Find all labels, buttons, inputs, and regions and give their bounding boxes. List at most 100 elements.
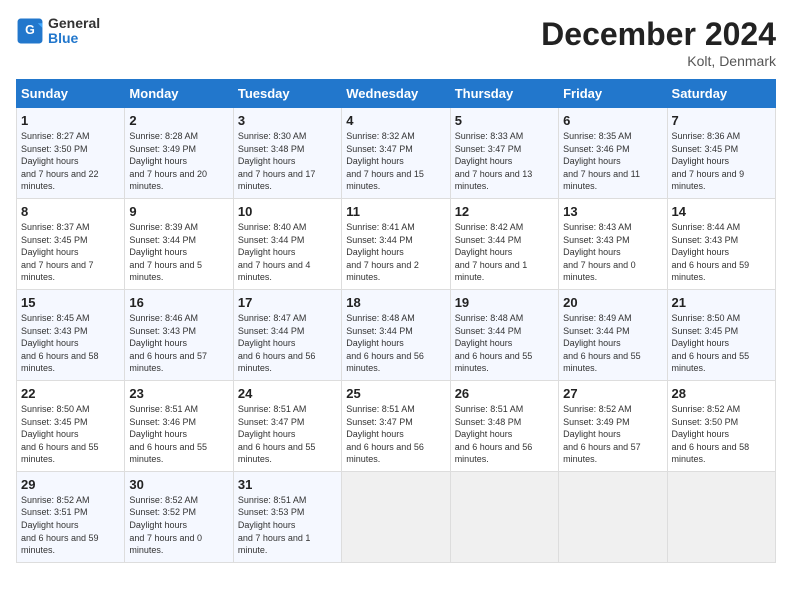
logo-icon: G (16, 17, 44, 45)
logo-blue-text: Blue (48, 31, 100, 46)
logo: G General Blue (16, 16, 100, 47)
day-header-thursday: Thursday (450, 80, 558, 108)
cell-info: Sunrise: 8:48 AM Sunset: 3:44 PM Dayligh… (455, 312, 554, 375)
day-number: 14 (672, 204, 771, 219)
day-header-saturday: Saturday (667, 80, 775, 108)
calendar-cell: 14 Sunrise: 8:44 AM Sunset: 3:43 PM Dayl… (667, 198, 775, 289)
cell-info: Sunrise: 8:44 AM Sunset: 3:43 PM Dayligh… (672, 221, 771, 284)
cell-info: Sunrise: 8:41 AM Sunset: 3:44 PM Dayligh… (346, 221, 445, 284)
cell-info: Sunrise: 8:39 AM Sunset: 3:44 PM Dayligh… (129, 221, 228, 284)
cell-info: Sunrise: 8:32 AM Sunset: 3:47 PM Dayligh… (346, 130, 445, 193)
cell-info: Sunrise: 8:51 AM Sunset: 3:46 PM Dayligh… (129, 403, 228, 466)
cell-info: Sunrise: 8:43 AM Sunset: 3:43 PM Dayligh… (563, 221, 662, 284)
calendar-cell (450, 471, 558, 562)
calendar-cell: 1 Sunrise: 8:27 AM Sunset: 3:50 PM Dayli… (17, 108, 125, 199)
day-number: 1 (21, 113, 120, 128)
calendar-cell: 17 Sunrise: 8:47 AM Sunset: 3:44 PM Dayl… (233, 289, 341, 380)
cell-info: Sunrise: 8:52 AM Sunset: 3:51 PM Dayligh… (21, 494, 120, 557)
calendar-week-5: 29 Sunrise: 8:52 AM Sunset: 3:51 PM Dayl… (17, 471, 776, 562)
cell-info: Sunrise: 8:51 AM Sunset: 3:48 PM Dayligh… (455, 403, 554, 466)
calendar-cell: 5 Sunrise: 8:33 AM Sunset: 3:47 PM Dayli… (450, 108, 558, 199)
cell-info: Sunrise: 8:49 AM Sunset: 3:44 PM Dayligh… (563, 312, 662, 375)
calendar-cell: 16 Sunrise: 8:46 AM Sunset: 3:43 PM Dayl… (125, 289, 233, 380)
day-number: 8 (21, 204, 120, 219)
day-number: 26 (455, 386, 554, 401)
day-number: 23 (129, 386, 228, 401)
calendar-week-2: 8 Sunrise: 8:37 AM Sunset: 3:45 PM Dayli… (17, 198, 776, 289)
calendar-week-4: 22 Sunrise: 8:50 AM Sunset: 3:45 PM Dayl… (17, 380, 776, 471)
day-number: 25 (346, 386, 445, 401)
calendar-cell: 3 Sunrise: 8:30 AM Sunset: 3:48 PM Dayli… (233, 108, 341, 199)
calendar-cell: 22 Sunrise: 8:50 AM Sunset: 3:45 PM Dayl… (17, 380, 125, 471)
day-number: 31 (238, 477, 337, 492)
calendar-cell (559, 471, 667, 562)
day-number: 5 (455, 113, 554, 128)
calendar-header-row: SundayMondayTuesdayWednesdayThursdayFrid… (17, 80, 776, 108)
cell-info: Sunrise: 8:37 AM Sunset: 3:45 PM Dayligh… (21, 221, 120, 284)
cell-info: Sunrise: 8:35 AM Sunset: 3:46 PM Dayligh… (563, 130, 662, 193)
calendar-cell: 4 Sunrise: 8:32 AM Sunset: 3:47 PM Dayli… (342, 108, 450, 199)
cell-info: Sunrise: 8:40 AM Sunset: 3:44 PM Dayligh… (238, 221, 337, 284)
day-number: 24 (238, 386, 337, 401)
day-header-tuesday: Tuesday (233, 80, 341, 108)
cell-info: Sunrise: 8:50 AM Sunset: 3:45 PM Dayligh… (21, 403, 120, 466)
calendar-cell: 24 Sunrise: 8:51 AM Sunset: 3:47 PM Dayl… (233, 380, 341, 471)
day-number: 21 (672, 295, 771, 310)
cell-info: Sunrise: 8:33 AM Sunset: 3:47 PM Dayligh… (455, 130, 554, 193)
calendar-cell: 31 Sunrise: 8:51 AM Sunset: 3:53 PM Dayl… (233, 471, 341, 562)
cell-info: Sunrise: 8:28 AM Sunset: 3:49 PM Dayligh… (129, 130, 228, 193)
cell-info: Sunrise: 8:45 AM Sunset: 3:43 PM Dayligh… (21, 312, 120, 375)
calendar-cell: 25 Sunrise: 8:51 AM Sunset: 3:47 PM Dayl… (342, 380, 450, 471)
cell-info: Sunrise: 8:36 AM Sunset: 3:45 PM Dayligh… (672, 130, 771, 193)
calendar-cell: 20 Sunrise: 8:49 AM Sunset: 3:44 PM Dayl… (559, 289, 667, 380)
cell-info: Sunrise: 8:42 AM Sunset: 3:44 PM Dayligh… (455, 221, 554, 284)
day-number: 13 (563, 204, 662, 219)
calendar-cell: 21 Sunrise: 8:50 AM Sunset: 3:45 PM Dayl… (667, 289, 775, 380)
day-number: 9 (129, 204, 228, 219)
day-number: 17 (238, 295, 337, 310)
calendar-cell: 18 Sunrise: 8:48 AM Sunset: 3:44 PM Dayl… (342, 289, 450, 380)
cell-info: Sunrise: 8:52 AM Sunset: 3:50 PM Dayligh… (672, 403, 771, 466)
day-number: 30 (129, 477, 228, 492)
day-number: 27 (563, 386, 662, 401)
day-number: 18 (346, 295, 445, 310)
calendar-cell: 13 Sunrise: 8:43 AM Sunset: 3:43 PM Dayl… (559, 198, 667, 289)
day-number: 11 (346, 204, 445, 219)
calendar-cell: 11 Sunrise: 8:41 AM Sunset: 3:44 PM Dayl… (342, 198, 450, 289)
calendar-cell: 29 Sunrise: 8:52 AM Sunset: 3:51 PM Dayl… (17, 471, 125, 562)
cell-info: Sunrise: 8:51 AM Sunset: 3:53 PM Dayligh… (238, 494, 337, 557)
month-title: December 2024 (541, 16, 776, 53)
cell-info: Sunrise: 8:51 AM Sunset: 3:47 PM Dayligh… (346, 403, 445, 466)
day-number: 2 (129, 113, 228, 128)
calendar-cell (342, 471, 450, 562)
day-header-wednesday: Wednesday (342, 80, 450, 108)
calendar-cell (667, 471, 775, 562)
day-number: 22 (21, 386, 120, 401)
day-number: 7 (672, 113, 771, 128)
calendar-cell: 9 Sunrise: 8:39 AM Sunset: 3:44 PM Dayli… (125, 198, 233, 289)
location: Kolt, Denmark (541, 53, 776, 69)
day-number: 3 (238, 113, 337, 128)
day-number: 16 (129, 295, 228, 310)
calendar-cell: 27 Sunrise: 8:52 AM Sunset: 3:49 PM Dayl… (559, 380, 667, 471)
day-number: 28 (672, 386, 771, 401)
cell-info: Sunrise: 8:51 AM Sunset: 3:47 PM Dayligh… (238, 403, 337, 466)
calendar-cell: 15 Sunrise: 8:45 AM Sunset: 3:43 PM Dayl… (17, 289, 125, 380)
calendar-cell: 30 Sunrise: 8:52 AM Sunset: 3:52 PM Dayl… (125, 471, 233, 562)
cell-info: Sunrise: 8:30 AM Sunset: 3:48 PM Dayligh… (238, 130, 337, 193)
calendar-cell: 26 Sunrise: 8:51 AM Sunset: 3:48 PM Dayl… (450, 380, 558, 471)
cell-info: Sunrise: 8:46 AM Sunset: 3:43 PM Dayligh… (129, 312, 228, 375)
cell-info: Sunrise: 8:50 AM Sunset: 3:45 PM Dayligh… (672, 312, 771, 375)
calendar-cell: 8 Sunrise: 8:37 AM Sunset: 3:45 PM Dayli… (17, 198, 125, 289)
cell-info: Sunrise: 8:47 AM Sunset: 3:44 PM Dayligh… (238, 312, 337, 375)
day-header-sunday: Sunday (17, 80, 125, 108)
day-number: 6 (563, 113, 662, 128)
day-header-friday: Friday (559, 80, 667, 108)
page-header: G General Blue December 2024 Kolt, Denma… (16, 16, 776, 69)
day-number: 15 (21, 295, 120, 310)
calendar-cell: 12 Sunrise: 8:42 AM Sunset: 3:44 PM Dayl… (450, 198, 558, 289)
day-number: 19 (455, 295, 554, 310)
calendar-cell: 19 Sunrise: 8:48 AM Sunset: 3:44 PM Dayl… (450, 289, 558, 380)
calendar-cell: 23 Sunrise: 8:51 AM Sunset: 3:46 PM Dayl… (125, 380, 233, 471)
day-header-monday: Monday (125, 80, 233, 108)
